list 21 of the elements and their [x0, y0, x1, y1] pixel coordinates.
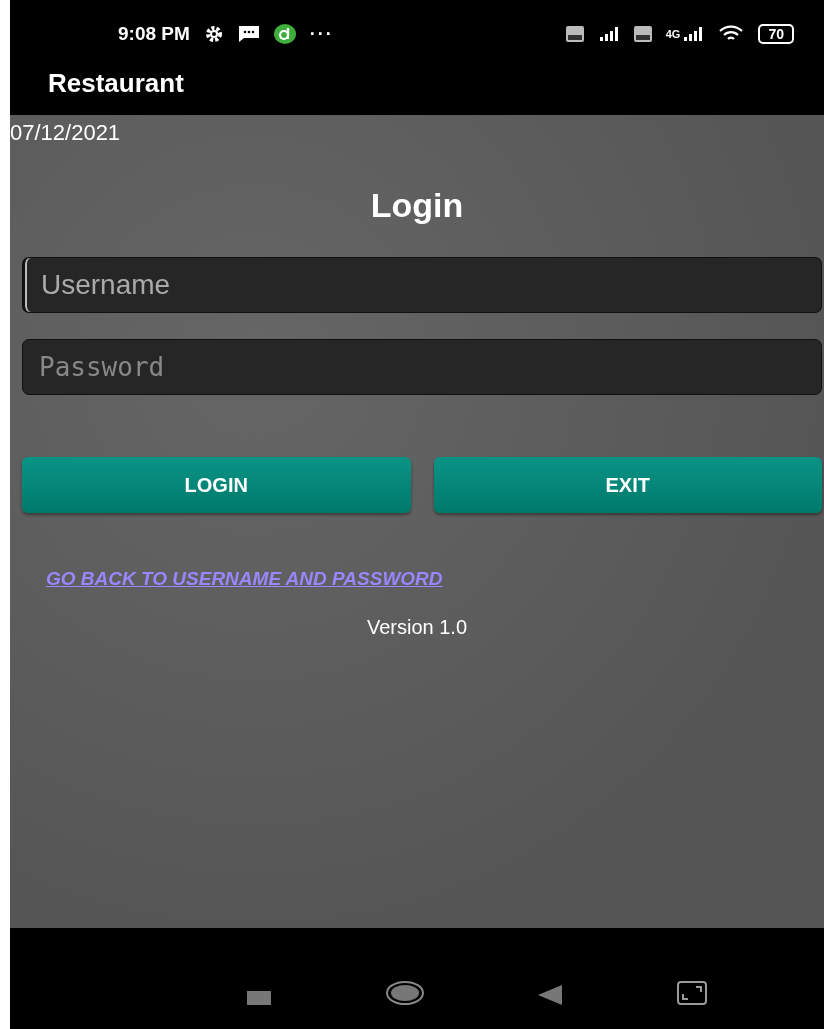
battery-level: 70 [758, 24, 794, 44]
home-icon[interactable] [385, 981, 424, 1005]
signal-icon [597, 27, 620, 41]
back-icon[interactable] [538, 985, 563, 1005]
version-text: Version 1.0 [365, 616, 469, 639]
app-title: Restaurant [48, 68, 184, 99]
action-button[interactable]: EXIT [433, 457, 822, 513]
login-heading: Login [369, 186, 465, 225]
signal-icon [682, 27, 705, 41]
network-type: 4G [665, 28, 681, 40]
username-field[interactable]: Username [22, 257, 822, 313]
expand-icon[interactable] [676, 981, 707, 1005]
date-text: 07/12/2021 [10, 120, 122, 146]
recents-icon[interactable] [247, 991, 272, 1005]
status-time: 9:08 PM [118, 23, 190, 45]
message-icon [237, 25, 260, 43]
password-field[interactable]: Password [22, 339, 822, 395]
more-notifications: ··· [309, 23, 334, 45]
app-icon [273, 24, 296, 44]
action-button[interactable]: LOGIN [22, 457, 411, 513]
gear-icon [203, 24, 224, 44]
